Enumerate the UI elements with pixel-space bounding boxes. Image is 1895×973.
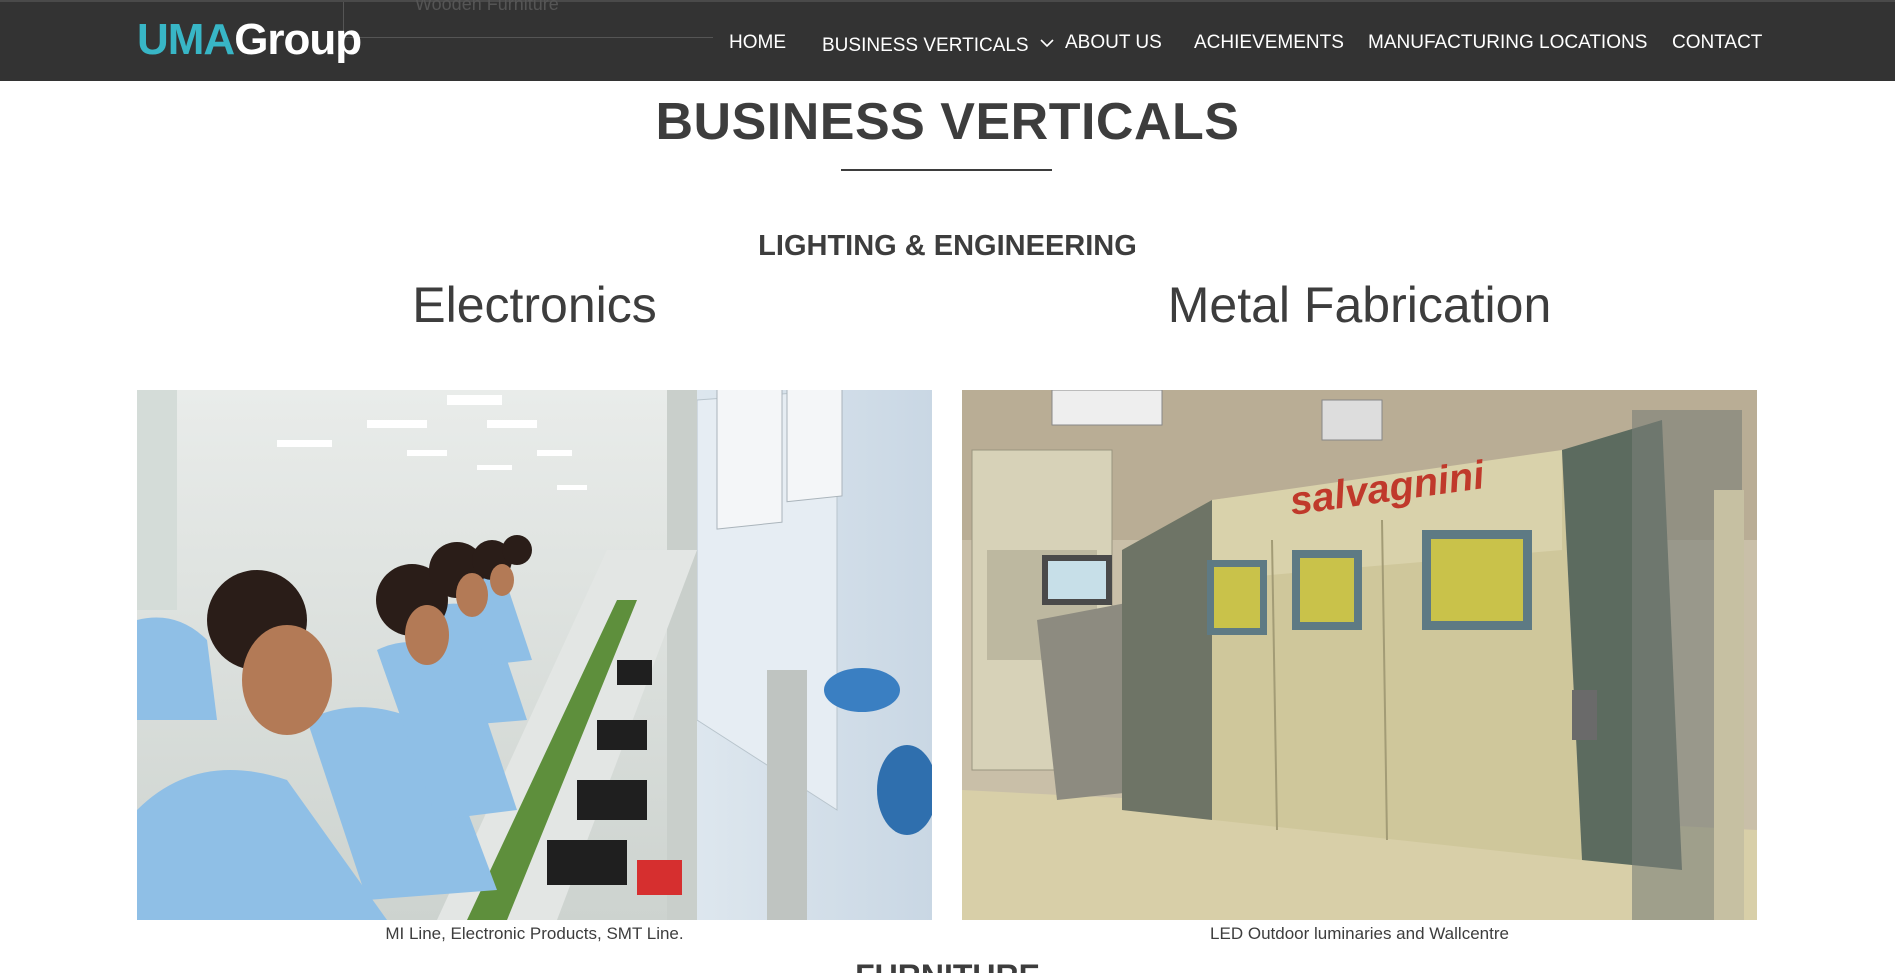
nav-contact[interactable]: CONTACT — [1672, 32, 1762, 54]
dropdown-item-wooden-furniture[interactable]: Wooden Furniture — [415, 0, 559, 15]
site-logo[interactable]: UMAGroup — [137, 15, 362, 64]
title-underline — [841, 169, 1052, 171]
metal-fabrication-photo[interactable]: salvagnini — [962, 390, 1757, 920]
nav-manufacturing-locations[interactable]: MANUFACTURING LOCATIONS — [1368, 32, 1647, 54]
logo-text-group: Group — [234, 15, 362, 64]
subsection-heading: LIGHTING & ENGINEERING — [758, 230, 1137, 262]
nav-about-us[interactable]: ABOUT US — [1065, 32, 1162, 54]
nav-business-verticals-label: BUSINESS VERTICALS — [822, 35, 1029, 56]
electronics-caption: MI Line, Electronic Products, SMT Line. — [385, 924, 684, 943]
chevron-down-icon — [1040, 32, 1054, 54]
logo-text-uma: UMA — [137, 15, 235, 64]
nav-achievements[interactable]: ACHIEVEMENTS — [1194, 32, 1344, 54]
nav-home[interactable]: HOME — [729, 32, 786, 54]
top-navbar: Wooden Furniture UMAGroup HOME BUSINESS … — [0, 0, 1895, 81]
electronics-photo[interactable] — [137, 390, 932, 920]
metal-fabrication-caption: LED Outdoor luminaries and Wallcentre — [1210, 924, 1509, 943]
next-section-heading: FURNITURE — [0, 958, 1895, 973]
vertical-title-electronics: Electronics — [412, 277, 657, 333]
page-title: BUSINESS VERTICALS — [655, 93, 1240, 151]
nav-business-verticals[interactable]: BUSINESS VERTICALS — [822, 32, 1054, 57]
vertical-title-metal-fabrication: Metal Fabrication — [1167, 277, 1552, 333]
